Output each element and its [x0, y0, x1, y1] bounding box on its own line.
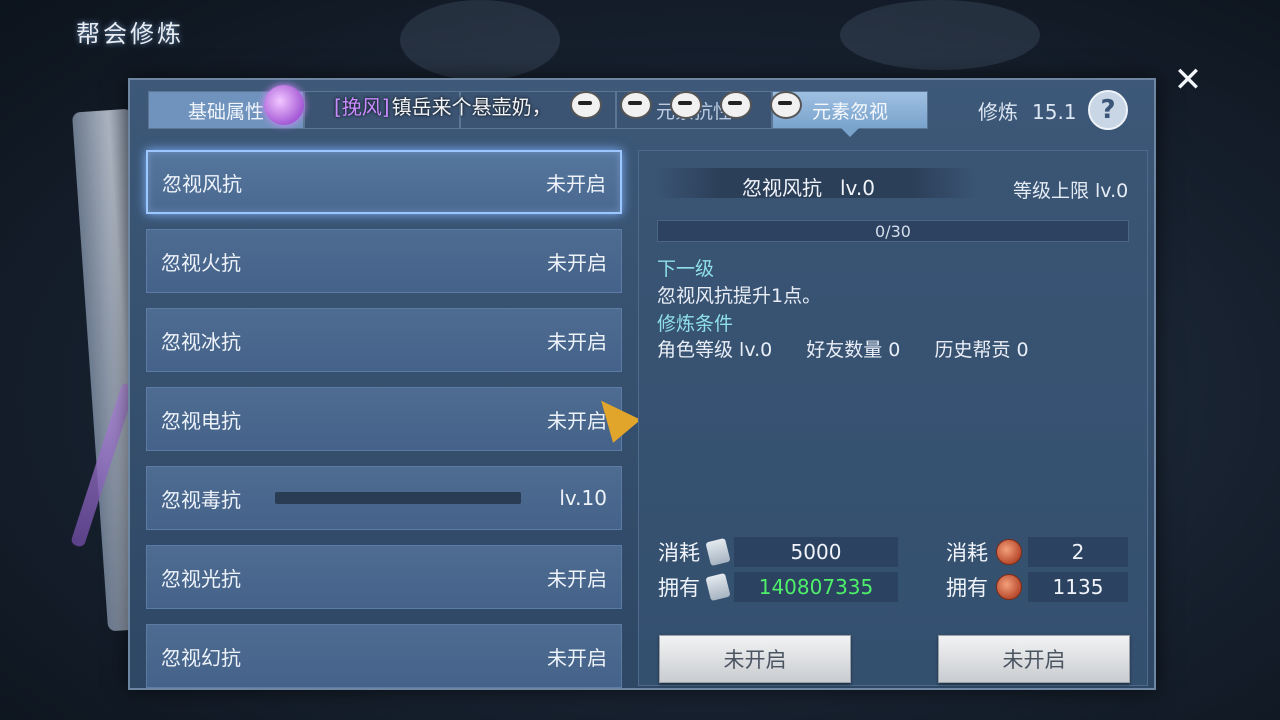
broadcast-sender: [挽风]: [334, 94, 390, 119]
item-status: 未开启: [547, 250, 607, 275]
practice-button-right[interactable]: 未开启: [938, 635, 1130, 683]
condition-friends: 好友数量 0: [806, 339, 901, 361]
item-level: lv.10: [559, 486, 607, 510]
list-item[interactable]: 忽视风抗 未开启: [146, 150, 622, 214]
background-glow: [840, 0, 1040, 70]
detail-level: lv.0: [840, 176, 875, 200]
item-name: 忽视毒抗: [161, 487, 241, 512]
practice-label: 修炼: [978, 100, 1018, 124]
item-name: 忽视火抗: [161, 250, 241, 275]
progress-bar: 0/30: [657, 220, 1129, 242]
list-item[interactable]: 忽视冰抗 未开启: [146, 308, 622, 372]
broadcast-text: 镇岳来个悬壶奶，: [391, 94, 552, 119]
practice-button-left[interactable]: 未开启: [659, 635, 851, 683]
item-name: 忽视光抗: [161, 566, 241, 591]
cost-label: 消耗: [946, 541, 988, 565]
cost-label: 消耗: [658, 541, 700, 565]
emoji-icon: [619, 91, 652, 119]
list-item[interactable]: 忽视火抗 未开启: [146, 229, 622, 293]
help-button[interactable]: ?: [1088, 90, 1128, 130]
page-title: 帮会修炼: [76, 20, 184, 48]
practice-level: 修炼 15.1: [978, 96, 1077, 125]
close-button[interactable]: ✕: [1168, 60, 1208, 100]
broadcast-message: [挽风] 镇岳来个悬壶奶，: [264, 82, 802, 128]
own-right: 拥有 1135: [946, 572, 1128, 602]
contribution-coin-icon: [996, 574, 1022, 600]
item-status: 未开启: [547, 329, 607, 354]
scroll-icon: [705, 572, 731, 602]
megaphone-icon: [264, 85, 304, 125]
condition-guild-contribution: 历史帮贡 0: [934, 339, 1029, 361]
list-item[interactable]: 忽视电抗 未开启: [146, 387, 622, 451]
progress-text: 0/30: [875, 221, 911, 241]
list-item[interactable]: 忽视光抗 未开启: [146, 545, 622, 609]
item-name: 忽视幻抗: [161, 645, 241, 670]
level-cap-label: 等级上限: [1013, 180, 1090, 202]
contribution-coin-icon: [996, 539, 1022, 565]
question-icon: ?: [1100, 95, 1116, 125]
cost-value: 2: [1028, 537, 1128, 567]
emoji-icon: [769, 91, 802, 119]
item-progress-bar: [275, 492, 521, 504]
own-value: 140807335: [734, 572, 898, 602]
condition-label: 修炼条件: [657, 313, 734, 335]
item-status: 未开启: [547, 645, 607, 670]
cost-value: 5000: [734, 537, 898, 567]
next-level-label: 下一级: [657, 258, 715, 280]
background-glow: [400, 0, 560, 80]
close-icon: ✕: [1173, 60, 1203, 100]
condition-role-level: 角色等级 lv.0: [657, 339, 773, 361]
emoji-icon: [569, 91, 602, 119]
emoji-icon: [719, 91, 752, 119]
practice-value: 15.1: [1032, 100, 1077, 124]
detail-title: 忽视风抗 lv.0: [742, 172, 875, 201]
level-cap-value: lv.0: [1095, 180, 1129, 202]
own-label: 拥有: [658, 576, 700, 600]
list-item[interactable]: 忽视毒抗 lv.10: [146, 466, 622, 530]
next-level-desc: 忽视风抗提升1点。: [657, 285, 822, 307]
emoji-icon: [669, 91, 702, 119]
own-value: 1135: [1028, 572, 1128, 602]
item-name: 忽视风抗: [162, 171, 242, 196]
level-cap: 等级上限 lv.0: [1013, 176, 1128, 203]
item-name: 忽视冰抗: [161, 329, 241, 354]
detail-name: 忽视风抗: [742, 176, 822, 200]
list-item[interactable]: 忽视幻抗 未开启: [146, 624, 622, 688]
own-left: 拥有 140807335: [658, 572, 898, 602]
item-status: 未开启: [546, 171, 606, 196]
item-name: 忽视电抗: [161, 408, 241, 433]
cost-right: 消耗 2: [946, 537, 1128, 567]
item-status: 未开启: [547, 566, 607, 591]
scroll-icon: [705, 537, 731, 567]
condition-list: 角色等级 lv.0 好友数量 0 历史帮贡 0: [657, 335, 1057, 362]
cost-left: 消耗 5000: [658, 537, 898, 567]
own-label: 拥有: [946, 576, 988, 600]
